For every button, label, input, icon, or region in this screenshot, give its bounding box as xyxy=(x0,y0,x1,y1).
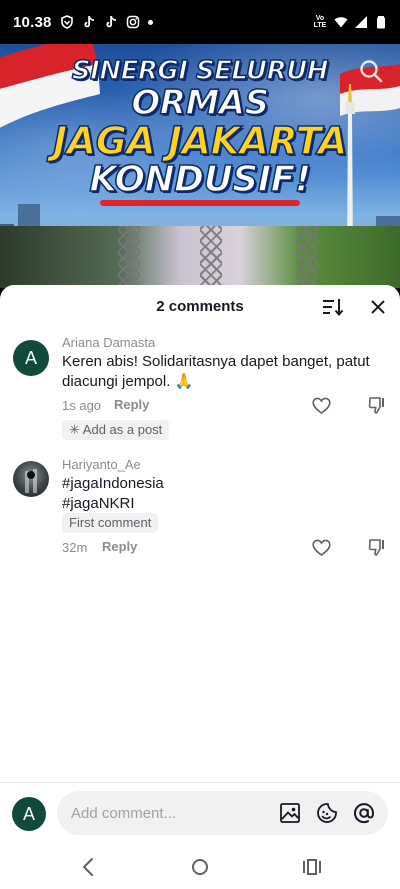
comment-time: 32m xyxy=(62,540,88,555)
recent-apps-icon[interactable] xyxy=(301,856,323,878)
stage-truss xyxy=(118,226,140,288)
mention-icon[interactable] xyxy=(353,802,375,824)
tiktok-icon xyxy=(106,16,116,28)
back-icon[interactable] xyxy=(78,856,100,878)
my-avatar[interactable]: A xyxy=(12,797,46,831)
avatar[interactable] xyxy=(13,461,49,497)
comment-input[interactable] xyxy=(57,791,388,835)
sort-icon[interactable] xyxy=(322,297,344,317)
video-headline: SINERGI SELURUH ORMAS JAGA JAKARTA KONDU… xyxy=(0,56,400,206)
status-bar: 10.38 Vo LTE xyxy=(0,0,400,44)
tiktok-icon xyxy=(84,16,94,28)
home-icon[interactable] xyxy=(189,856,211,878)
reply-button[interactable]: Reply xyxy=(114,397,149,412)
comment-text-line[interactable]: #jagaIndonesia xyxy=(62,474,387,494)
image-icon[interactable] xyxy=(279,802,301,824)
instagram-icon xyxy=(126,15,140,29)
dot-icon xyxy=(148,19,153,25)
stage-truss xyxy=(200,226,222,288)
close-icon[interactable] xyxy=(368,297,388,317)
comment-time: 1s ago xyxy=(62,398,102,413)
stage-truss xyxy=(296,226,318,288)
comment-text: Keren abis! Solidaritasnya dapet banget,… xyxy=(62,353,370,390)
headline-line: JAGA JAKARTA xyxy=(52,119,348,163)
profile-photo-icon xyxy=(25,469,37,493)
battery-icon xyxy=(377,16,385,29)
comment-text-line[interactable]: #jagaNKRI xyxy=(62,494,387,514)
headline-underline xyxy=(100,200,300,206)
wifi-icon xyxy=(334,17,348,28)
system-icons: Vo LTE xyxy=(312,15,388,29)
add-as-post-button[interactable]: ✳ Add as a post xyxy=(62,420,170,440)
dislike-icon[interactable] xyxy=(368,538,387,557)
like-heart-icon[interactable] xyxy=(312,539,331,557)
avatar[interactable]: A xyxy=(13,340,49,376)
composer-divider xyxy=(0,782,400,783)
system-navigation-bar xyxy=(0,845,400,889)
video-thumbnail[interactable]: SINERGI SELURUH ORMAS JAGA JAKARTA KONDU… xyxy=(0,44,400,288)
reply-button[interactable]: Reply xyxy=(102,539,137,554)
signal-icon xyxy=(355,16,367,28)
headline-line: KONDUSIF! xyxy=(89,159,312,200)
comment-username[interactable]: Ariana Damasta xyxy=(62,335,155,350)
headline-line: ORMAS xyxy=(131,83,270,123)
comments-header: 2 comments xyxy=(0,285,400,329)
emoji-sticker-icon[interactable] xyxy=(316,802,338,824)
dislike-icon[interactable] xyxy=(368,396,387,415)
comment-item: Hariyanto_Ae #jagaIndonesia #jagaNKRI Fi… xyxy=(0,455,400,565)
like-heart-icon[interactable] xyxy=(312,397,331,415)
headline-line: SINERGI SELURUH xyxy=(71,56,329,86)
notification-icons xyxy=(60,15,153,29)
vpn-shield-icon xyxy=(61,15,73,29)
first-comment-badge: First comment xyxy=(62,513,159,533)
search-icon[interactable] xyxy=(358,58,384,84)
network-label: Vo LTE xyxy=(313,15,327,29)
comment-username[interactable]: Hariyanto_Ae xyxy=(62,457,141,472)
comment-item: A Ariana Damasta Keren abis! Solidaritas… xyxy=(0,333,400,445)
status-time: 10.38 xyxy=(13,14,52,31)
